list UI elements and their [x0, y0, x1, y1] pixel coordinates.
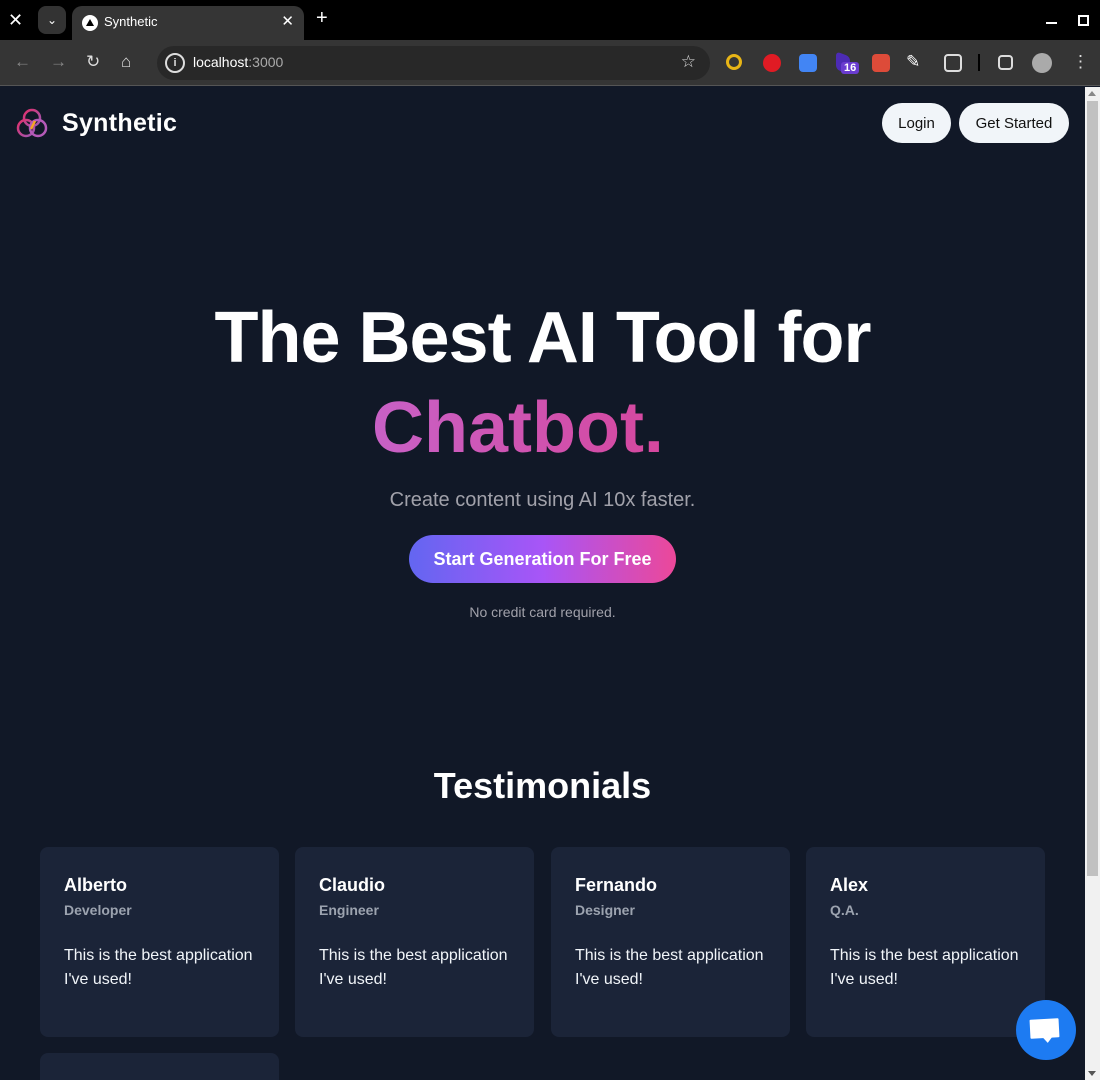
tab-search-button[interactable]: ⌄: [38, 6, 66, 34]
menu-icon[interactable]: ⋮: [1072, 52, 1089, 72]
bookmark-star-icon[interactable]: ☆: [681, 52, 696, 72]
testimonial-name: Alberto: [64, 875, 127, 895]
brand-name: Synthetic: [62, 108, 178, 137]
start-generation-button[interactable]: Start Generation For Free: [409, 535, 676, 583]
login-button[interactable]: Login: [882, 103, 951, 143]
extensions-puzzle-icon[interactable]: [944, 54, 962, 72]
testimonial-role: Engineer: [319, 902, 379, 918]
profile-avatar[interactable]: [1032, 53, 1052, 73]
scroll-down-icon[interactable]: [1088, 1071, 1096, 1076]
testimonial-text: This is the best application I've used!: [319, 947, 508, 988]
testimonials-heading: Testimonials: [433, 765, 652, 806]
minimize-button[interactable]: [1046, 22, 1057, 24]
address-bar[interactable]: i localhost:3000 ☆: [157, 46, 710, 80]
page: Synthetic Login Get Started The Best AI …: [0, 87, 1085, 1080]
scroll-up-icon[interactable]: [1088, 91, 1096, 96]
testimonial-card: [40, 1053, 279, 1080]
hero-highlight: Chatbot.: [372, 388, 664, 468]
testimonial-name: Fernando: [575, 875, 658, 895]
testimonial-text: This is the best application I've used!: [64, 947, 253, 988]
testimonial-card: Fernando Designer This is the best appli…: [551, 847, 790, 1037]
extension-badge: 16: [841, 62, 860, 74]
testimonial-role: Designer: [575, 902, 635, 918]
brand-logo[interactable]: Synthetic: [16, 107, 177, 139]
translate-icon[interactable]: [799, 54, 817, 72]
url-text: localhost:3000: [193, 54, 284, 70]
testimonial-card: Alberto Developer This is the best appli…: [40, 847, 279, 1037]
testimonial-role: Developer: [64, 902, 132, 918]
maximize-button[interactable]: [1078, 15, 1089, 26]
logo-icon: [16, 108, 48, 138]
chat-bubble-icon: [1029, 1018, 1060, 1039]
browser-toolbar: ← → ↻ ⌂ i localhost:3000 ☆ 16 ✎ ⋮: [0, 40, 1100, 86]
testimonial-name: Claudio: [319, 875, 385, 895]
scrollbar-thumb[interactable]: [1087, 101, 1098, 876]
adblock-icon[interactable]: [763, 54, 781, 72]
get-started-button[interactable]: Get Started: [959, 103, 1069, 143]
divider: [978, 54, 980, 71]
extension-icon[interactable]: [726, 54, 742, 70]
testimonial-text: This is the best application I've used!: [830, 947, 1019, 988]
site-info-icon[interactable]: i: [165, 53, 185, 73]
side-panel-icon[interactable]: [998, 55, 1013, 70]
hero-subtitle: Create content using AI 10x faster.: [389, 489, 696, 511]
react-devtools-icon[interactable]: [872, 54, 890, 72]
testimonial-card: Alex Q.A. This is the best application I…: [806, 847, 1045, 1037]
tab-title: Synthetic: [104, 14, 158, 29]
testimonial-name: Alex: [830, 875, 869, 895]
eyedropper-icon[interactable]: ✎: [906, 52, 920, 72]
scrollbar[interactable]: [1085, 87, 1100, 1080]
reload-icon[interactable]: ↻: [86, 52, 100, 72]
home-icon[interactable]: ⌂: [121, 52, 131, 72]
testimonial-card: Claudio Engineer This is the best applic…: [295, 847, 534, 1037]
close-icon[interactable]: ✕: [8, 10, 23, 31]
browser-tab[interactable]: Synthetic ✕: [72, 6, 304, 40]
testimonial-text: This is the best application I've used!: [575, 947, 764, 988]
hero-title: The Best AI Tool for: [214, 298, 872, 378]
tab-strip: ✕ ⌄ Synthetic ✕ +: [0, 0, 1100, 40]
favicon-icon: [82, 15, 98, 31]
chat-widget-button[interactable]: [1016, 1000, 1076, 1060]
forward-icon[interactable]: →: [50, 52, 67, 72]
no-credit-card-note: No credit card required.: [469, 604, 616, 620]
new-tab-button[interactable]: +: [316, 7, 328, 30]
testimonial-role: Q.A.: [830, 902, 859, 918]
back-icon[interactable]: ←: [14, 52, 31, 72]
tab-close-icon[interactable]: ✕: [281, 12, 294, 30]
